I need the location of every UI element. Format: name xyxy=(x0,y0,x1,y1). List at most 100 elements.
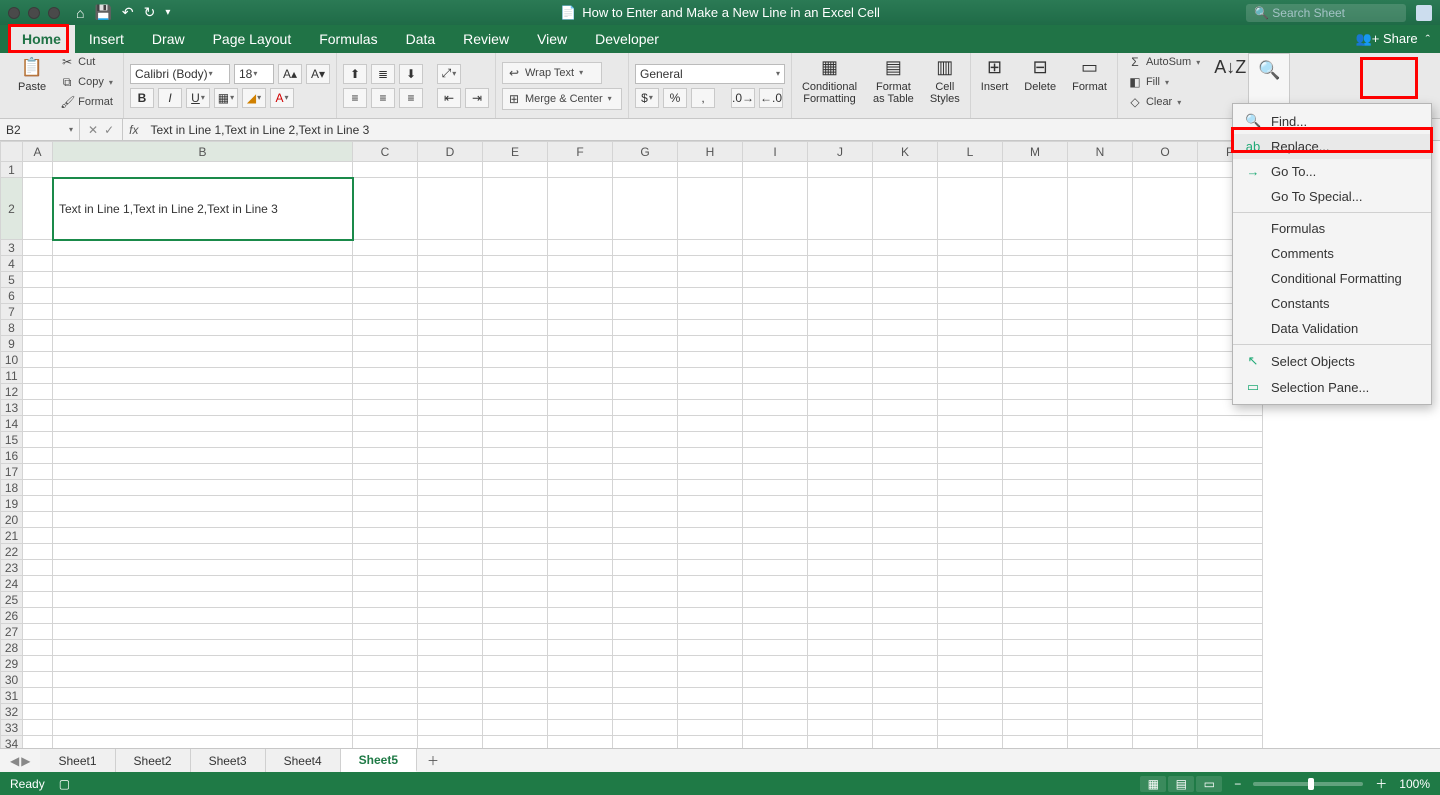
cell-E4[interactable] xyxy=(483,256,548,272)
comma-button[interactable]: , xyxy=(691,88,715,108)
decrease-decimal-button[interactable]: ←.0 xyxy=(759,88,783,108)
cell-E16[interactable] xyxy=(483,448,548,464)
cell-H28[interactable] xyxy=(678,640,743,656)
cell-A9[interactable] xyxy=(23,336,53,352)
cell-M33[interactable] xyxy=(1003,720,1068,736)
cell-G29[interactable] xyxy=(613,656,678,672)
cell-B11[interactable] xyxy=(53,368,353,384)
col-header-A[interactable]: A xyxy=(23,142,53,162)
add-sheet-button[interactable]: ＋ xyxy=(417,749,449,772)
row-header-20[interactable]: 20 xyxy=(1,512,23,528)
cell-G25[interactable] xyxy=(613,592,678,608)
cell-H18[interactable] xyxy=(678,480,743,496)
cell-H22[interactable] xyxy=(678,544,743,560)
cell-O12[interactable] xyxy=(1133,384,1198,400)
conditional-formatting-button[interactable]: ▦Conditional Formatting xyxy=(798,53,861,118)
cell-I25[interactable] xyxy=(743,592,808,608)
cell-L4[interactable] xyxy=(938,256,1003,272)
col-header-K[interactable]: K xyxy=(873,142,938,162)
cell-F11[interactable] xyxy=(548,368,613,384)
cell-N24[interactable] xyxy=(1068,576,1133,592)
cell-L10[interactable] xyxy=(938,352,1003,368)
cell-L31[interactable] xyxy=(938,688,1003,704)
cell-H34[interactable] xyxy=(678,736,743,749)
cell-D2[interactable] xyxy=(418,178,483,240)
cell-N30[interactable] xyxy=(1068,672,1133,688)
cell-F24[interactable] xyxy=(548,576,613,592)
cell-C32[interactable] xyxy=(353,704,418,720)
cell-B21[interactable] xyxy=(53,528,353,544)
cell-H5[interactable] xyxy=(678,272,743,288)
row-header-16[interactable]: 16 xyxy=(1,448,23,464)
cell-N12[interactable] xyxy=(1068,384,1133,400)
cell-F1[interactable] xyxy=(548,162,613,178)
cell-O9[interactable] xyxy=(1133,336,1198,352)
cut-button[interactable]: ✂Cut xyxy=(56,53,117,71)
cell-K4[interactable] xyxy=(873,256,938,272)
zoom-window-icon[interactable] xyxy=(48,7,60,19)
row-header-24[interactable]: 24 xyxy=(1,576,23,592)
cell-O17[interactable] xyxy=(1133,464,1198,480)
row-header-22[interactable]: 22 xyxy=(1,544,23,560)
enter-icon[interactable]: ✓ xyxy=(104,123,114,137)
cell-P29[interactable] xyxy=(1198,656,1263,672)
cell-E1[interactable] xyxy=(483,162,548,178)
cell-E3[interactable] xyxy=(483,240,548,256)
font-color-button[interactable]: A▾ xyxy=(270,88,294,108)
cell-D4[interactable] xyxy=(418,256,483,272)
cell-G17[interactable] xyxy=(613,464,678,480)
cell-E29[interactable] xyxy=(483,656,548,672)
align-left-button[interactable]: ≡ xyxy=(343,88,367,108)
col-header-H[interactable]: H xyxy=(678,142,743,162)
cell-H31[interactable] xyxy=(678,688,743,704)
cell-J7[interactable] xyxy=(808,304,873,320)
cell-K22[interactable] xyxy=(873,544,938,560)
align-right-button[interactable]: ≡ xyxy=(399,88,423,108)
zoom-slider[interactable] xyxy=(1253,782,1363,786)
cell-H24[interactable] xyxy=(678,576,743,592)
cell-O15[interactable] xyxy=(1133,432,1198,448)
menu-selection-pane[interactable]: ▭Selection Pane... xyxy=(1233,374,1431,400)
cell-K30[interactable] xyxy=(873,672,938,688)
font-size-select[interactable]: 18▾ xyxy=(234,64,274,84)
menu-goto[interactable]: →Go To... xyxy=(1233,159,1431,184)
cancel-icon[interactable]: ✕ xyxy=(88,123,98,137)
align-top-button[interactable]: ⬆ xyxy=(343,64,367,84)
row-header-10[interactable]: 10 xyxy=(1,352,23,368)
cell-B4[interactable] xyxy=(53,256,353,272)
col-header-G[interactable]: G xyxy=(613,142,678,162)
cell-M21[interactable] xyxy=(1003,528,1068,544)
cell-O11[interactable] xyxy=(1133,368,1198,384)
cell-D14[interactable] xyxy=(418,416,483,432)
cell-I12[interactable] xyxy=(743,384,808,400)
cell-J33[interactable] xyxy=(808,720,873,736)
cell-E19[interactable] xyxy=(483,496,548,512)
cell-E32[interactable] xyxy=(483,704,548,720)
cell-A4[interactable] xyxy=(23,256,53,272)
fill-color-button[interactable]: ◢▾ xyxy=(242,88,266,108)
cell-M12[interactable] xyxy=(1003,384,1068,400)
cell-A24[interactable] xyxy=(23,576,53,592)
cell-I8[interactable] xyxy=(743,320,808,336)
cell-J12[interactable] xyxy=(808,384,873,400)
cell-D8[interactable] xyxy=(418,320,483,336)
cell-C31[interactable] xyxy=(353,688,418,704)
search-sheet-input[interactable]: 🔍 Search Sheet xyxy=(1246,4,1406,22)
cell-I29[interactable] xyxy=(743,656,808,672)
cell-C14[interactable] xyxy=(353,416,418,432)
cell-O31[interactable] xyxy=(1133,688,1198,704)
cell-C4[interactable] xyxy=(353,256,418,272)
row-header-2[interactable]: 2 xyxy=(1,178,23,240)
zoom-out-button[interactable]: − xyxy=(1234,777,1241,791)
cell-N27[interactable] xyxy=(1068,624,1133,640)
bold-button[interactable]: B xyxy=(130,88,154,108)
cell-I14[interactable] xyxy=(743,416,808,432)
cell-P16[interactable] xyxy=(1198,448,1263,464)
cell-I18[interactable] xyxy=(743,480,808,496)
cell-M10[interactable] xyxy=(1003,352,1068,368)
cell-G11[interactable] xyxy=(613,368,678,384)
wrap-text-button[interactable]: ↩Wrap Text▾ xyxy=(502,62,602,84)
cell-M26[interactable] xyxy=(1003,608,1068,624)
cell-D25[interactable] xyxy=(418,592,483,608)
cell-L28[interactable] xyxy=(938,640,1003,656)
